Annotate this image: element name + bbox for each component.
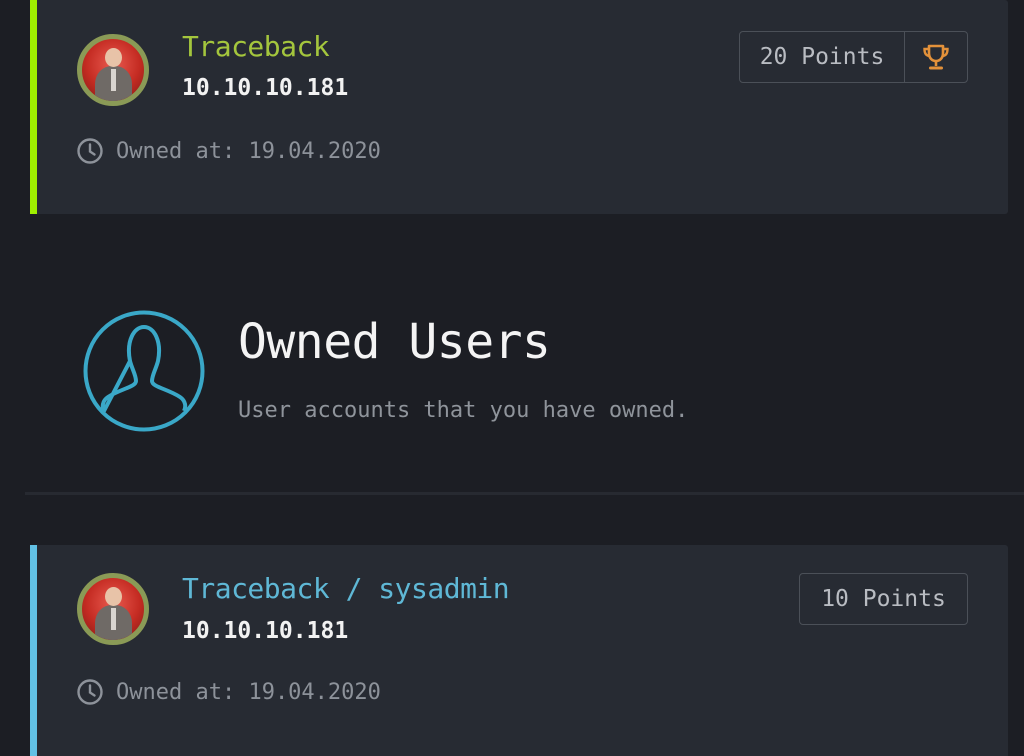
card-accent-bar: [30, 0, 37, 214]
owned-root-card: Traceback 10.10.10.181 Owned at: 19.04.2…: [30, 0, 1008, 214]
owned-at-text: Owned at: 19.04.2020: [116, 138, 381, 164]
machine-name-link[interactable]: Traceback: [182, 30, 330, 63]
machine-ip: 10.10.10.181: [182, 75, 349, 101]
trophy-icon: [923, 44, 949, 70]
clock-icon: [77, 679, 103, 705]
points-label: 10 Points: [821, 586, 946, 612]
machine-ip: 10.10.10.181: [182, 618, 349, 644]
machine-avatar[interactable]: [77, 34, 149, 106]
clock-icon: [77, 138, 103, 164]
owned-user-card: Traceback / sysadmin 10.10.10.181 Owned …: [30, 545, 1008, 756]
section-subtitle: User accounts that you have owned.: [238, 398, 689, 423]
user-circle-icon: [83, 310, 205, 432]
machine-avatar[interactable]: [77, 573, 149, 645]
points-badge: 20 Points: [739, 31, 968, 83]
section-divider: [25, 492, 1024, 495]
owned-users-section: Owned Users User accounts that you have …: [0, 214, 1024, 545]
owned-page: Traceback 10.10.10.181 Owned at: 19.04.2…: [0, 0, 1024, 756]
trophy-box: [904, 32, 967, 82]
owned-at-text: Owned at: 19.04.2020: [116, 679, 381, 705]
owned-at-row: Owned at: 19.04.2020: [76, 137, 381, 165]
section-title: Owned Users: [238, 314, 551, 370]
points-label: 20 Points: [759, 44, 885, 70]
card-accent-bar: [30, 545, 37, 756]
machine-user-link[interactable]: Traceback / sysadmin: [182, 572, 510, 605]
owned-at-row: Owned at: 19.04.2020: [76, 678, 381, 706]
points-badge: 10 Points: [799, 573, 968, 625]
